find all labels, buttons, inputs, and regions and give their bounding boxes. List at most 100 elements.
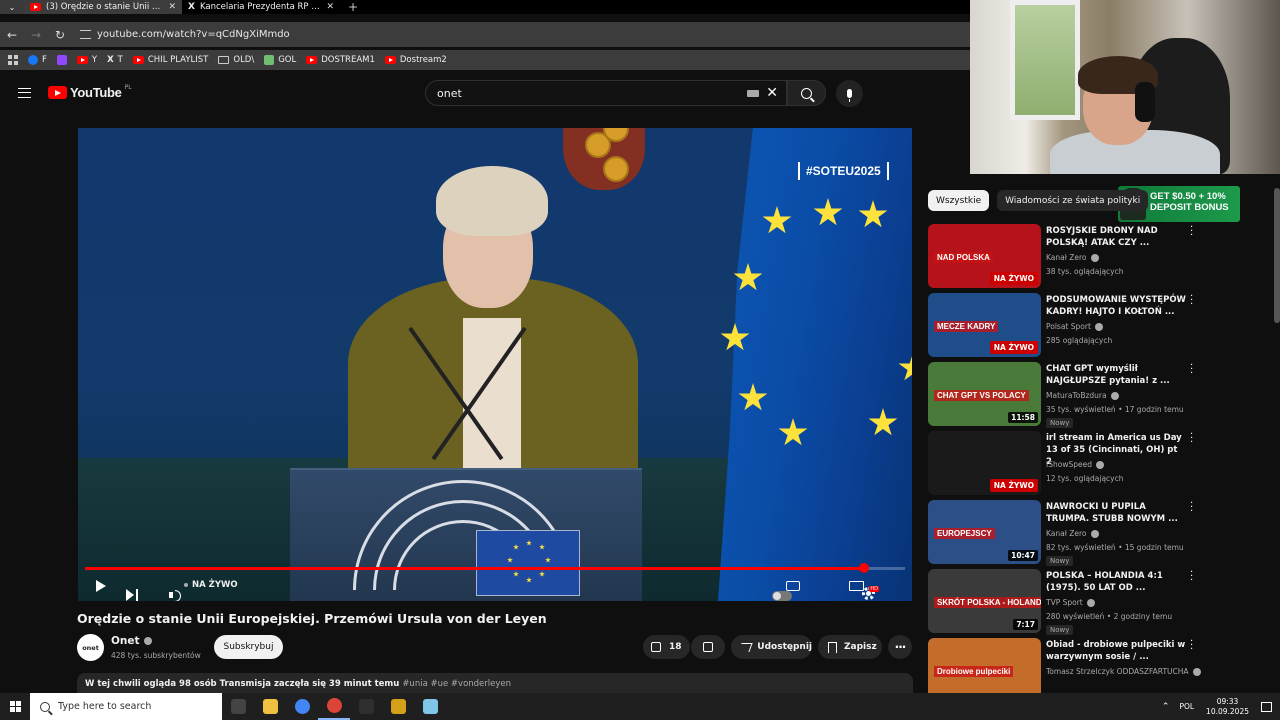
scrollbar[interactable] bbox=[1274, 188, 1280, 323]
task-view-icon[interactable] bbox=[222, 693, 254, 720]
browser-tab[interactable]: X Kancelaria Prezydenta RP w serwisie X … bbox=[182, 0, 340, 14]
video-title[interactable]: POLSKA – HOLANDIA 4:1 (1975). 50 LAT OD … bbox=[1046, 570, 1186, 594]
start-button[interactable] bbox=[0, 693, 30, 720]
save-button[interactable]: Zapisz bbox=[818, 635, 882, 659]
clock[interactable]: 09:33 10.09.2025 bbox=[1206, 697, 1249, 717]
taskbar-search-input[interactable]: Type here to search bbox=[30, 693, 222, 720]
avatar[interactable]: onet bbox=[77, 634, 104, 661]
description-hashtags[interactable]: #unia #ue #vonderleyen bbox=[402, 679, 511, 689]
play-icon[interactable] bbox=[96, 580, 106, 592]
video-title[interactable]: PODSUMOWANIE WYSTĘPÓW KADRY! HAJTO I KOŁ… bbox=[1046, 294, 1186, 318]
chrome-icon[interactable] bbox=[286, 693, 318, 720]
chip-world-politics[interactable]: Wiadomości ze świata polityki bbox=[997, 190, 1149, 211]
video-thumbnail[interactable]: NA ŻYWO bbox=[928, 431, 1041, 495]
address-bar[interactable]: youtube.com/watch?v=qCdNgXiMmdo bbox=[80, 25, 970, 45]
notepad-icon[interactable] bbox=[414, 693, 446, 720]
recommended-video[interactable]: CHAT GPT VS POLACY 11:58 CHAT GPT wymyślił… bbox=[928, 361, 1268, 428]
video-title[interactable]: Obiad - drobiowe pulpeciki w warzywnym s… bbox=[1046, 639, 1186, 663]
close-icon[interactable]: ✕ bbox=[326, 2, 334, 12]
forward-button[interactable]: → bbox=[24, 28, 48, 42]
chevron-up-icon[interactable]: ⌃ bbox=[1162, 702, 1170, 712]
menu-icon[interactable] bbox=[18, 88, 31, 98]
gol-icon bbox=[264, 55, 275, 65]
channel-name[interactable]: IShowSpeed bbox=[1046, 460, 1104, 469]
channel-name[interactable]: MaturaToBzdura bbox=[1046, 391, 1119, 400]
more-vertical-icon[interactable]: · · · bbox=[1190, 223, 1196, 241]
obs-icon[interactable] bbox=[350, 693, 382, 720]
channel-name[interactable]: Polsat Sport bbox=[1046, 322, 1103, 331]
live-indicator[interactable]: NA ŻYWO bbox=[184, 580, 238, 590]
apps-icon[interactable] bbox=[8, 55, 18, 65]
search-input[interactable]: onet ✕ bbox=[425, 80, 787, 106]
more-vertical-icon[interactable]: · · · bbox=[1190, 637, 1196, 655]
channel-name[interactable]: Onet bbox=[111, 635, 152, 647]
chrome-profile-icon[interactable] bbox=[318, 693, 350, 720]
theater-mode-icon[interactable] bbox=[849, 581, 864, 591]
video-meta: 280 wyświetleń • 2 godziny temu bbox=[1046, 612, 1173, 621]
bookmark-facebook[interactable]: F bbox=[28, 55, 47, 65]
subtitles-icon[interactable] bbox=[786, 581, 800, 591]
back-button[interactable]: ← bbox=[0, 28, 24, 42]
voice-search-button[interactable] bbox=[836, 80, 863, 107]
chip-all[interactable]: Wszystkie bbox=[928, 190, 990, 211]
video-title[interactable]: CHAT GPT wymyślił NAJGŁUPSZE pytania! z … bbox=[1046, 363, 1186, 387]
file-explorer-icon[interactable] bbox=[254, 693, 286, 720]
notification-icon[interactable] bbox=[1261, 701, 1272, 712]
recommended-video[interactable]: SKRÓT POLSKA - HOLANDIA 4:1 7:17 POLSKA – … bbox=[928, 568, 1268, 635]
recommended-video[interactable]: NAD POLSKA NA ŻYWO ROSYJSKIE DRONY NAD POL… bbox=[928, 223, 1268, 290]
search-button[interactable] bbox=[787, 80, 826, 106]
tab-search-button[interactable]: ⌄ bbox=[0, 0, 24, 14]
bookmark-twitch[interactable] bbox=[56, 55, 67, 65]
site-info-icon[interactable] bbox=[80, 30, 91, 39]
browser-tab-active[interactable]: (3) Orędzie o stanie Unii Europejskiej ✕ bbox=[24, 0, 182, 14]
keyboard-icon[interactable] bbox=[747, 90, 759, 97]
more-vertical-icon[interactable]: · · · bbox=[1190, 568, 1196, 586]
bookmark-dostream2[interactable]: Dostream2 bbox=[384, 55, 447, 65]
more-vertical-icon[interactable]: · · · bbox=[1190, 292, 1196, 310]
like-button[interactable]: 18 bbox=[643, 635, 690, 659]
channel-name[interactable]: TVP Sport bbox=[1046, 598, 1095, 607]
progress-bar[interactable] bbox=[85, 563, 905, 573]
share-button[interactable]: Udostępnij bbox=[731, 635, 812, 659]
bookmark-x[interactable]: XT bbox=[107, 55, 123, 65]
video-thumbnail[interactable]: EUROPEJSCY 10:47 bbox=[928, 500, 1041, 564]
channel-name[interactable]: Tomasz Strzelczyk ODDASZFARTUCHA bbox=[1046, 667, 1201, 676]
more-vertical-icon[interactable]: · · · bbox=[1190, 430, 1196, 448]
close-icon[interactable]: ✕ bbox=[766, 85, 778, 101]
bookmarks-bar: F Y XT CHIL PLAYLIST OLD\ GOL DOSTREAM1 … bbox=[0, 50, 970, 70]
dislike-button[interactable] bbox=[691, 635, 725, 659]
bookmark-youtube[interactable]: Y bbox=[76, 55, 97, 65]
channel-name[interactable]: Kanał Zero bbox=[1046, 253, 1099, 262]
app-icon[interactable] bbox=[382, 693, 414, 720]
close-icon[interactable]: ✕ bbox=[168, 2, 176, 12]
description-box[interactable]: W tej chwili ogląda 98 osób Transmisja z… bbox=[77, 673, 913, 695]
volume-icon[interactable] bbox=[169, 589, 181, 601]
search-icon bbox=[801, 87, 812, 99]
video-thumbnail[interactable]: NAD POLSKA NA ŻYWO bbox=[928, 224, 1041, 288]
recommended-video[interactable]: MECZE KADRY NA ŻYWO PODSUMOWANIE WYSTĘPÓW … bbox=[928, 292, 1268, 359]
video-title[interactable]: NAWROCKI U PUPILA TRUMPA. STUBB NOWYM ..… bbox=[1046, 501, 1186, 525]
bookmark-dostream1[interactable]: DOSTREAM1 bbox=[306, 55, 375, 65]
reload-button[interactable]: ↻ bbox=[48, 28, 72, 42]
video-thumbnail[interactable]: MECZE KADRY NA ŻYWO bbox=[928, 293, 1041, 357]
youtube-logo[interactable]: YouTube PL bbox=[48, 84, 132, 100]
autoplay-toggle[interactable] bbox=[772, 590, 792, 601]
recommended-video[interactable]: EUROPEJSCY 10:47 NAWROCKI U PUPILA TRUMPA.… bbox=[928, 499, 1268, 566]
recommended-video[interactable]: NA ŻYWO irl stream in America us Day 13 o… bbox=[928, 430, 1268, 497]
language-indicator[interactable]: POL bbox=[1179, 702, 1194, 711]
subscribe-button[interactable]: Subskrybuj bbox=[214, 635, 283, 659]
bookmark-folder-old[interactable]: OLD\ bbox=[218, 55, 254, 65]
video-thumbnail[interactable]: CHAT GPT VS POLACY 11:58 bbox=[928, 362, 1041, 426]
more-vertical-icon[interactable]: · · · bbox=[1190, 499, 1196, 517]
bookmark-chill-playlist[interactable]: CHIL PLAYLIST bbox=[132, 55, 208, 65]
more-vertical-icon[interactable]: · · · bbox=[1190, 361, 1196, 379]
bookmark-gol[interactable]: GOL bbox=[264, 55, 296, 65]
next-icon[interactable] bbox=[126, 588, 138, 601]
more-actions-button[interactable]: ··· bbox=[888, 635, 912, 659]
video-thumbnail[interactable]: SKRÓT POLSKA - HOLANDIA 4:1 7:17 bbox=[928, 569, 1041, 633]
video-player[interactable]: #SOTEU2025 NA ŻYWO HD bbox=[78, 128, 912, 601]
new-tab-button[interactable]: + bbox=[348, 0, 358, 14]
live-dot-icon bbox=[184, 583, 188, 587]
video-title[interactable]: ROSYJSKIE DRONY NAD POLSKĄ! ATAK CZY ... bbox=[1046, 225, 1186, 249]
channel-name[interactable]: Kanał Zero bbox=[1046, 529, 1099, 538]
